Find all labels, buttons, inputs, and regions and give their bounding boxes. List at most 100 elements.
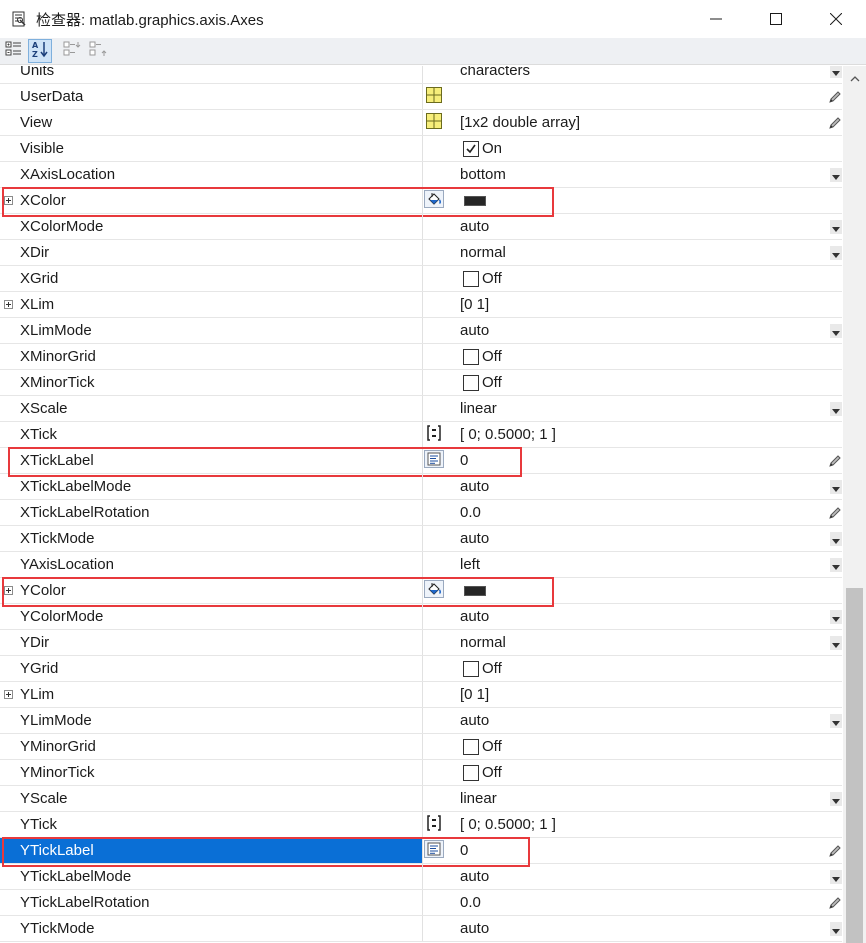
pencil-icon[interactable]: [828, 116, 842, 130]
property-row[interactable]: YTickLabelMode auto: [0, 864, 842, 890]
property-checkbox[interactable]: Off: [463, 374, 502, 391]
property-name-cell[interactable]: XLimMode: [0, 318, 423, 343]
property-name-cell[interactable]: View: [0, 110, 423, 135]
dropdown-button[interactable]: [830, 558, 842, 572]
categorized-view-button[interactable]: [2, 39, 26, 63]
expand-toggle[interactable]: [4, 586, 13, 595]
property-value[interactable]: normal: [460, 244, 506, 261]
property-name-cell[interactable]: XTickMode: [0, 526, 423, 551]
property-name-cell[interactable]: YTickLabelRotation: [0, 890, 423, 915]
property-name-cell[interactable]: XTickLabelRotation: [0, 500, 423, 525]
property-value[interactable]: auto: [460, 920, 489, 937]
property-checkbox[interactable]: Off: [463, 270, 502, 287]
checkbox-box[interactable]: [463, 764, 479, 781]
property-row[interactable]: YColorMode auto: [0, 604, 842, 630]
property-name-cell[interactable]: XColor: [0, 188, 423, 213]
sort-alphabetically-button[interactable]: A Z: [28, 39, 52, 63]
property-row[interactable]: YTickLabelRotation 0.0: [0, 890, 842, 916]
property-row[interactable]: YTick [ 0; 0.5000; 1 ]: [0, 812, 842, 838]
property-row[interactable]: XLimMode auto: [0, 318, 842, 344]
property-row[interactable]: XColorMode auto: [0, 214, 842, 240]
property-name-cell[interactable]: YTickMode: [0, 916, 423, 941]
property-row[interactable]: YLim [0 1]: [0, 682, 842, 708]
property-name-cell[interactable]: YGrid: [0, 656, 423, 681]
property-row[interactable]: YTickLabel 0: [0, 838, 842, 864]
property-name-cell[interactable]: YDir: [0, 630, 423, 655]
property-value[interactable]: auto: [460, 218, 489, 235]
property-row[interactable]: YAxisLocation left: [0, 552, 842, 578]
dropdown-button[interactable]: [830, 324, 842, 338]
collapse-all-button[interactable]: [87, 39, 111, 63]
property-row[interactable]: Units characters: [0, 66, 842, 84]
checkbox-box[interactable]: [463, 738, 479, 755]
property-row[interactable]: View [1x2 double array]: [0, 110, 842, 136]
property-name-cell[interactable]: XMinorTick: [0, 370, 423, 395]
matrix-button[interactable]: [423, 814, 445, 835]
property-row[interactable]: YMinorTick Off: [0, 760, 842, 786]
dropdown-button[interactable]: [830, 922, 842, 936]
paint-bucket-button[interactable]: [423, 579, 445, 601]
checkbox-box[interactable]: [463, 660, 479, 677]
property-checkbox[interactable]: Off: [463, 348, 502, 365]
property-name-cell[interactable]: XTickLabel: [0, 448, 423, 473]
dropdown-button[interactable]: [830, 532, 842, 546]
property-name-cell[interactable]: XTick: [0, 422, 423, 447]
property-row[interactable]: XGrid Off: [0, 266, 842, 292]
checkbox-box[interactable]: [463, 270, 479, 287]
property-name-cell[interactable]: YColor: [0, 578, 423, 603]
property-value[interactable]: auto: [460, 868, 489, 885]
dropdown-button[interactable]: [830, 220, 842, 234]
dropdown-button[interactable]: [830, 870, 842, 884]
property-row[interactable]: XScale linear: [0, 396, 842, 422]
pencil-icon[interactable]: [828, 90, 842, 104]
property-checkbox[interactable]: Off: [463, 738, 502, 755]
pencil-icon[interactable]: [828, 454, 842, 468]
property-value[interactable]: 0.0: [460, 504, 481, 521]
property-value[interactable]: auto: [460, 478, 489, 495]
property-name-cell[interactable]: YScale: [0, 786, 423, 811]
property-value[interactable]: left: [460, 556, 480, 573]
property-row[interactable]: XAxisLocation bottom: [0, 162, 842, 188]
property-row[interactable]: XMinorGrid Off: [0, 344, 842, 370]
matrix-button[interactable]: [423, 424, 445, 445]
dropdown-button[interactable]: [830, 168, 842, 182]
property-row[interactable]: XTickLabel 0: [0, 448, 842, 474]
property-value[interactable]: linear: [460, 790, 497, 807]
property-row[interactable]: XDir normal: [0, 240, 842, 266]
pencil-icon[interactable]: [828, 896, 842, 910]
expand-toggle[interactable]: [4, 196, 13, 205]
maximize-button[interactable]: [746, 0, 806, 38]
text-list-button[interactable]: [423, 449, 445, 471]
expand-all-button[interactable]: [61, 39, 85, 63]
property-name-cell[interactable]: XTickLabelMode: [0, 474, 423, 499]
property-row[interactable]: UserData: [0, 84, 842, 110]
property-value[interactable]: auto: [460, 608, 489, 625]
property-row[interactable]: Visible On: [0, 136, 842, 162]
dropdown-button[interactable]: [830, 66, 842, 78]
minimize-button[interactable]: [686, 0, 746, 38]
property-row[interactable]: XLim [0 1]: [0, 292, 842, 318]
scrollbar-thumb[interactable]: [846, 588, 863, 943]
property-row[interactable]: YMinorGrid Off: [0, 734, 842, 760]
vertical-scrollbar[interactable]: [843, 66, 866, 943]
property-row[interactable]: XTickLabelRotation 0.0: [0, 500, 842, 526]
property-checkbox[interactable]: On: [463, 140, 502, 157]
property-value[interactable]: normal: [460, 634, 506, 651]
property-row[interactable]: YScale linear: [0, 786, 842, 812]
property-value[interactable]: [0 1]: [460, 296, 489, 313]
property-name-cell[interactable]: XColorMode: [0, 214, 423, 239]
property-name-cell[interactable]: YTickLabelMode: [0, 864, 423, 889]
property-value[interactable]: bottom: [460, 166, 506, 183]
property-name-cell[interactable]: Units: [0, 66, 423, 83]
color-swatch[interactable]: [464, 586, 486, 596]
property-value[interactable]: linear: [460, 400, 497, 417]
property-value[interactable]: [1x2 double array]: [460, 114, 580, 131]
property-name-cell[interactable]: YAxisLocation: [0, 552, 423, 577]
property-name-cell[interactable]: XGrid: [0, 266, 423, 291]
property-value[interactable]: [ 0; 0.5000; 1 ]: [460, 816, 556, 833]
property-value[interactable]: auto: [460, 322, 489, 339]
color-swatch[interactable]: [464, 196, 486, 206]
grid-editor-button[interactable]: [423, 86, 445, 107]
pencil-icon[interactable]: [828, 844, 842, 858]
expand-toggle[interactable]: [4, 690, 13, 699]
